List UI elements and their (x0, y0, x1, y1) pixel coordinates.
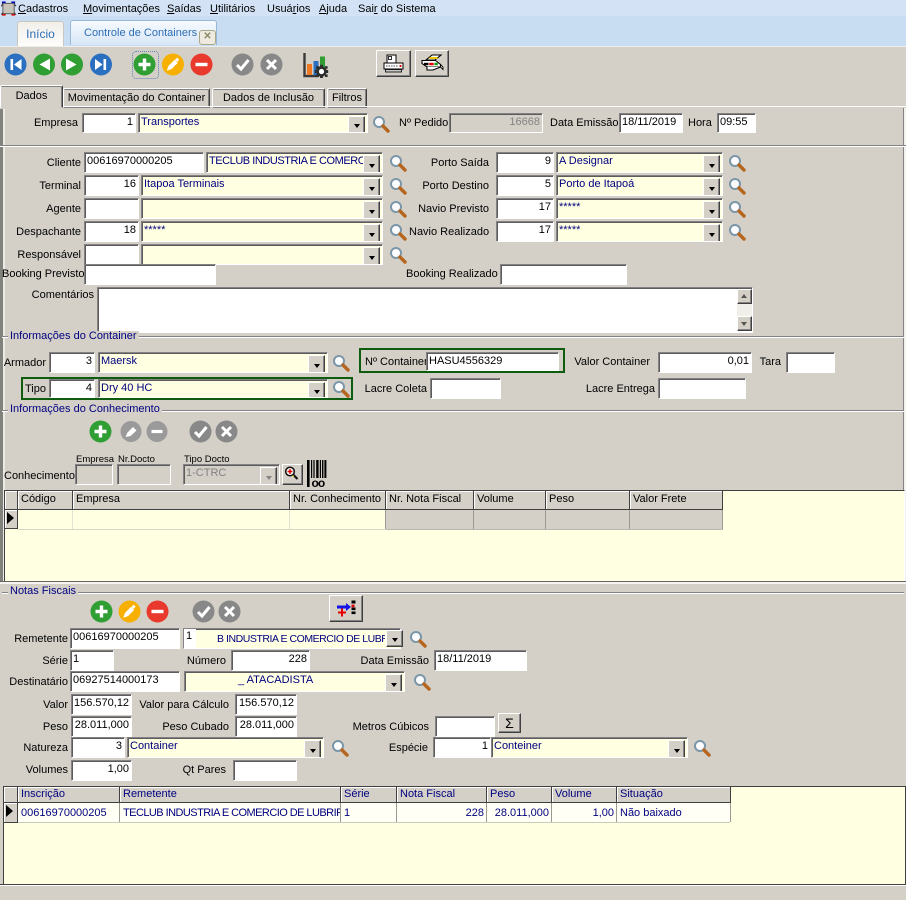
svg-text:oo: oo (312, 476, 325, 488)
